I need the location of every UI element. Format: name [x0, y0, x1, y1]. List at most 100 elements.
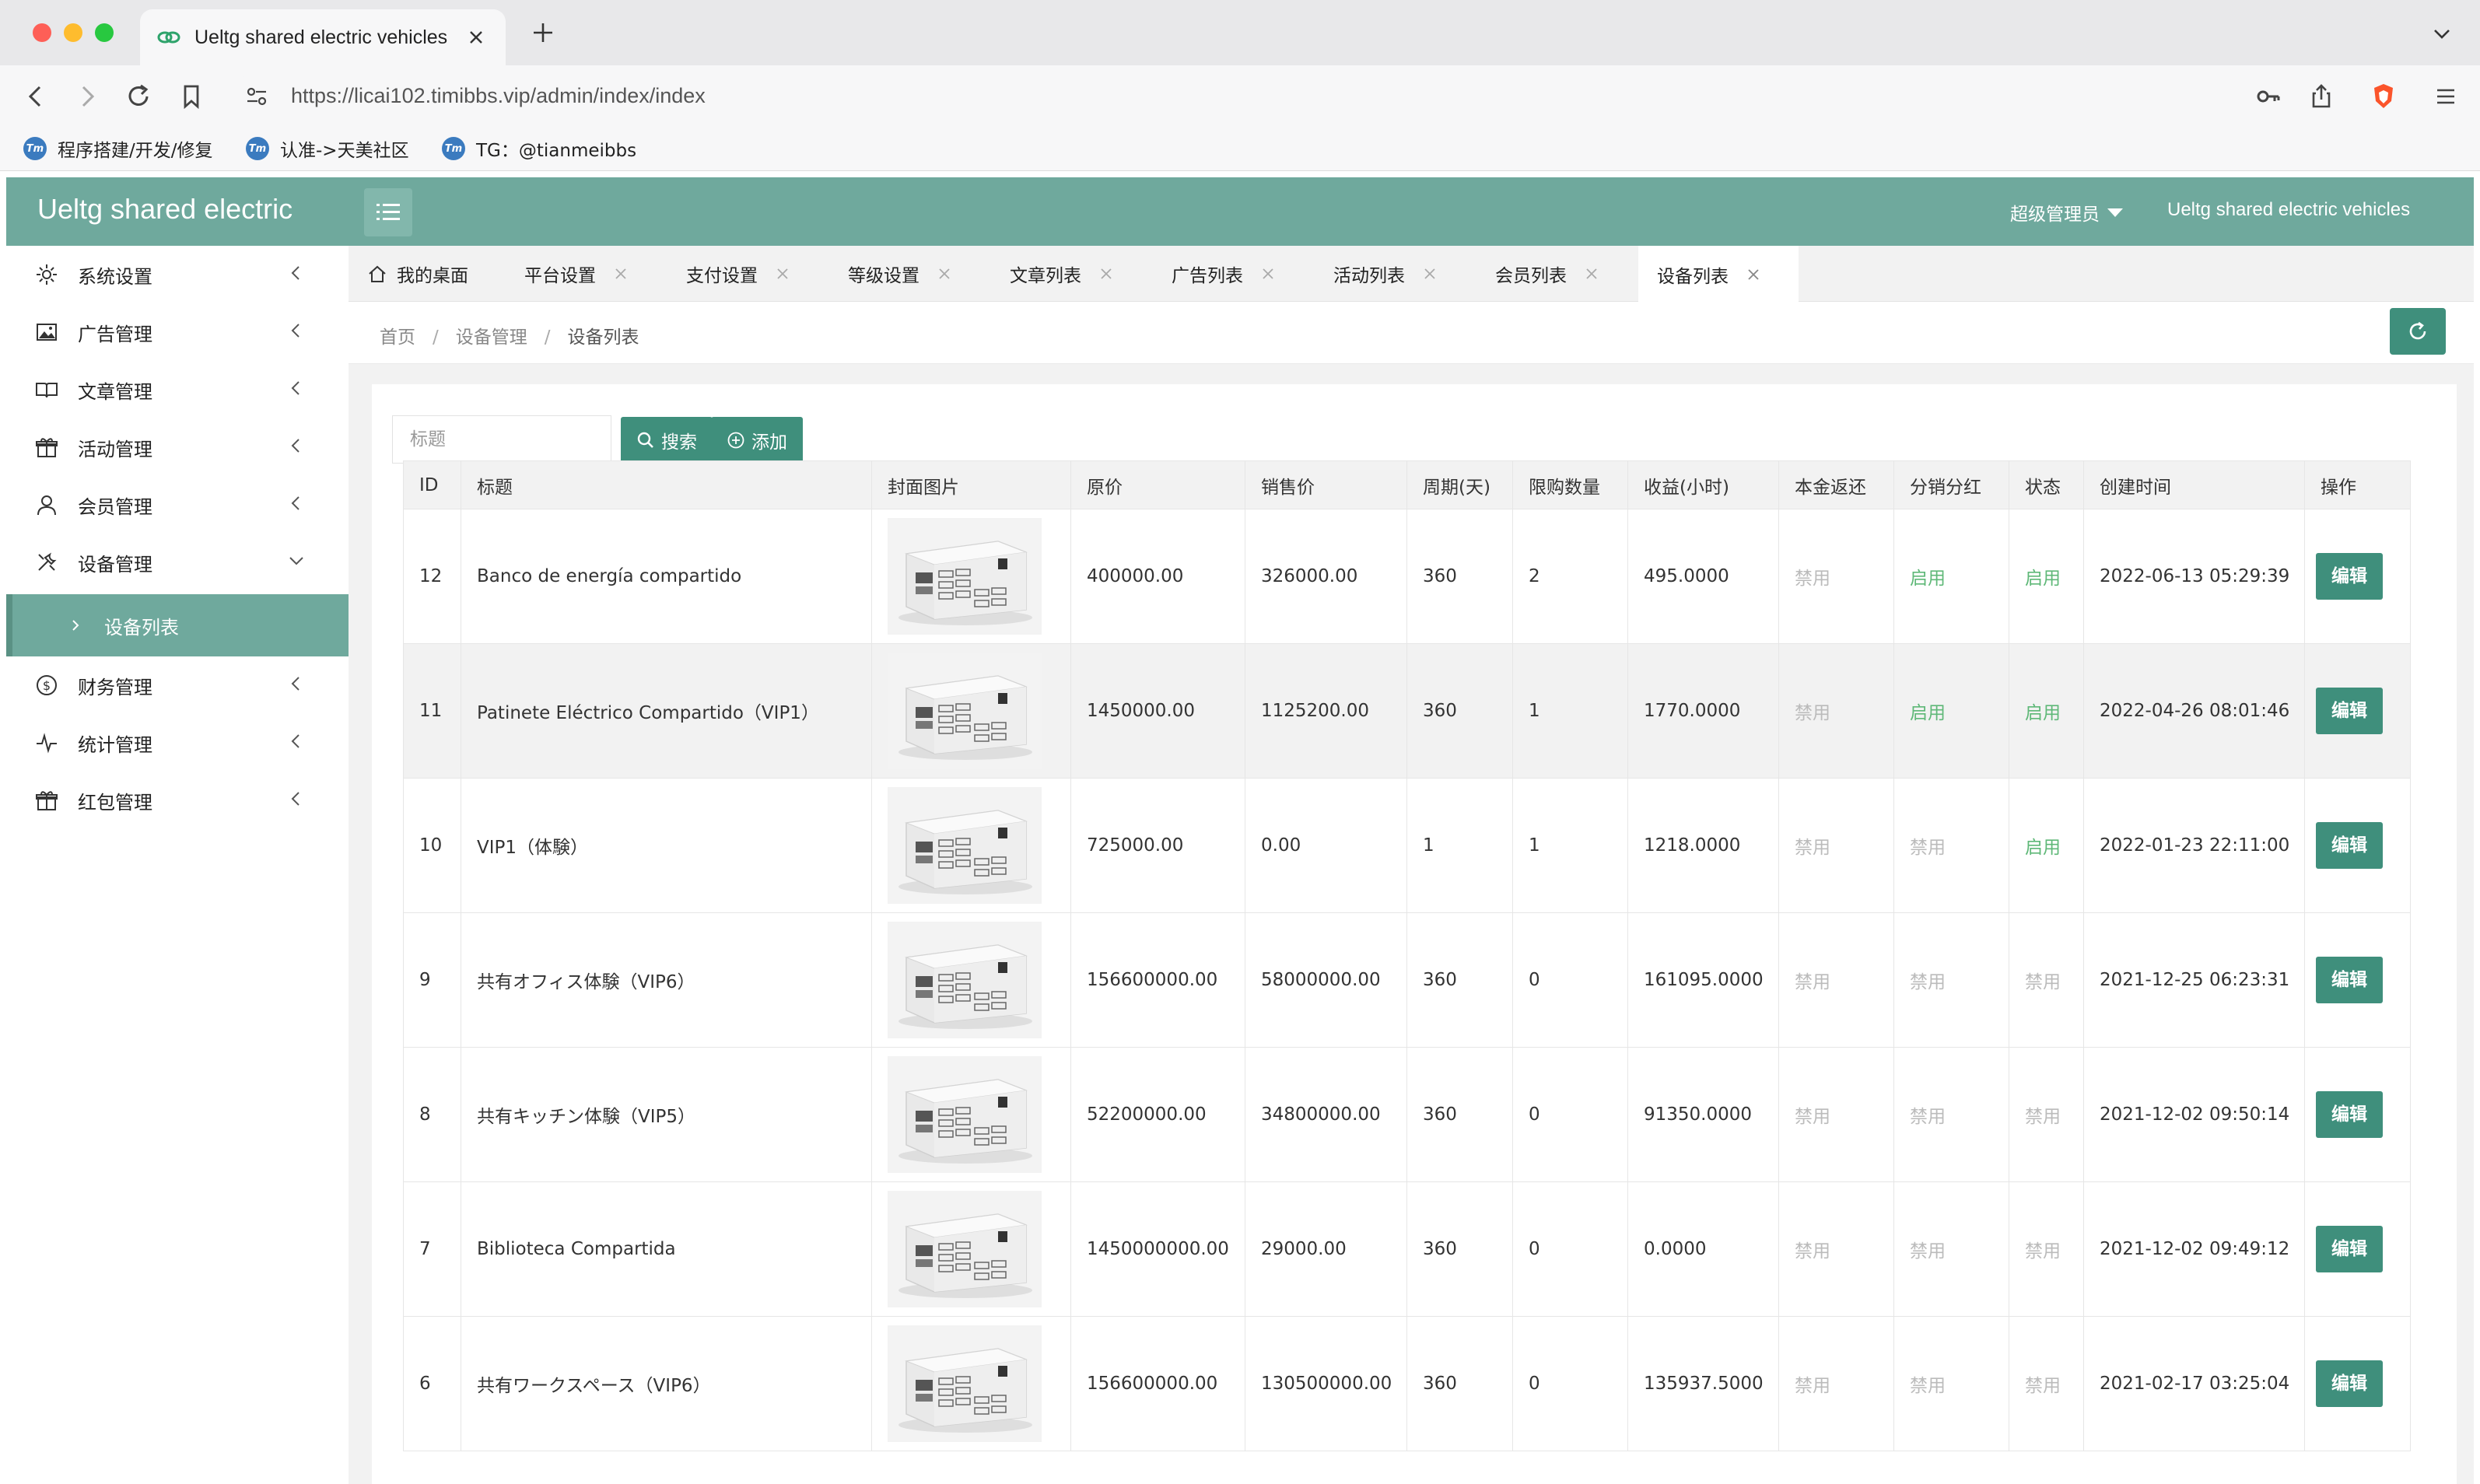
cell-title: Biblioteca Compartida	[461, 1181, 872, 1317]
cell-distribution: 禁用	[1893, 778, 2009, 913]
edit-button[interactable]: 编辑	[2316, 957, 2383, 1003]
sidebar-item-redpacket[interactable]: 红包管理	[6, 772, 349, 829]
cell-cover	[871, 1047, 1071, 1182]
sidebar-item-ads[interactable]: 广告管理	[6, 303, 349, 361]
tab-payment-settings[interactable]: 支付设置	[667, 246, 829, 302]
add-button[interactable]: 添加	[711, 417, 803, 464]
menu-icon[interactable]	[2430, 81, 2461, 112]
cell-period: 1	[1406, 778, 1513, 913]
brave-shield-icon[interactable]	[2368, 81, 2399, 112]
edit-button[interactable]: 编辑	[2316, 822, 2383, 869]
tab-activity-list[interactable]: 活动列表	[1315, 246, 1476, 302]
close-icon[interactable]	[1098, 266, 1114, 282]
breadcrumb-section[interactable]: 设备管理	[456, 327, 527, 348]
sidebar-item-statistics[interactable]: 统计管理	[6, 714, 349, 772]
back-icon[interactable]	[20, 81, 51, 112]
url-path: /admin/index/index	[530, 84, 706, 107]
cell-limit: 0	[1512, 1047, 1628, 1182]
col-title: 标题	[461, 460, 872, 509]
browser-tab[interactable]: Ueltg shared electric vehicles	[140, 9, 506, 65]
tab-platform-settings[interactable]: 平台设置	[506, 246, 667, 302]
cell-cover	[871, 643, 1071, 779]
refresh-button[interactable]	[2390, 308, 2446, 355]
cell-actions: 编辑	[2304, 643, 2411, 779]
cell-distribution: 启用	[1893, 509, 2009, 644]
sidebar-item-system[interactable]: 系统设置	[6, 246, 349, 303]
breadcrumb-home[interactable]: 首页	[380, 327, 415, 348]
tab-desktop[interactable]: 我的桌面	[349, 246, 506, 302]
close-icon[interactable]	[1422, 266, 1438, 282]
breadcrumb-bar: 首页 / 设备管理 / 设备列表	[349, 302, 2474, 364]
list-icon	[377, 204, 400, 220]
edit-button[interactable]: 编辑	[2316, 1226, 2383, 1272]
cell-income: 495.0000	[1627, 509, 1779, 644]
close-window-button[interactable]	[33, 23, 51, 42]
cell-cover	[871, 912, 1071, 1048]
menu-toggle-button[interactable]	[364, 188, 412, 236]
cell-refund: 禁用	[1778, 778, 1894, 913]
cell-limit: 2	[1512, 509, 1628, 644]
search-button[interactable]: 搜索	[621, 417, 713, 464]
bookmark-item[interactable]: Tm TG：@tianmeibbs	[442, 135, 636, 162]
close-tab-icon[interactable]	[464, 25, 489, 50]
edit-button[interactable]: 编辑	[2316, 688, 2383, 734]
site-name-link[interactable]: Ueltg shared electric vehicles	[2167, 199, 2410, 221]
cell-actions: 编辑	[2304, 1316, 2411, 1451]
power-bank-cabinet-image	[888, 518, 1042, 635]
cover-image[interactable]	[888, 1191, 1042, 1307]
sidebar-item-finance[interactable]: $ 财务管理	[6, 656, 349, 714]
address-bar[interactable]: https://licai102.timibbs.vip/admin/index…	[232, 73, 2410, 120]
tab-ad-list[interactable]: 广告列表	[1153, 246, 1315, 302]
col-cover: 封面图片	[871, 460, 1071, 509]
close-icon[interactable]	[937, 266, 952, 282]
forward-icon[interactable]	[72, 81, 103, 112]
maximize-window-button[interactable]	[95, 23, 114, 42]
cover-image[interactable]	[888, 653, 1042, 769]
new-tab-icon[interactable]	[529, 19, 557, 47]
close-icon[interactable]	[775, 266, 790, 282]
sidebar-subitem-device-list[interactable]: 设备列表	[6, 594, 349, 656]
chevron-down-icon[interactable]	[2430, 22, 2454, 45]
reload-icon[interactable]	[123, 81, 154, 112]
minimize-window-button[interactable]	[64, 23, 82, 42]
sidebar-item-articles[interactable]: 文章管理	[6, 361, 349, 418]
edit-button[interactable]: 编辑	[2316, 1091, 2383, 1138]
close-icon[interactable]	[1260, 266, 1276, 282]
edit-button[interactable]: 编辑	[2316, 1360, 2383, 1407]
close-icon[interactable]	[1746, 267, 1761, 282]
sidebar-item-members[interactable]: 会员管理	[6, 476, 349, 534]
sidebar-item-activities[interactable]: 活动管理	[6, 418, 349, 476]
title-search-input[interactable]	[392, 415, 611, 464]
tab-article-list[interactable]: 文章列表	[991, 246, 1153, 302]
bookmark-label: 认准->天美社区	[280, 141, 409, 161]
bookmark-item[interactable]: Tm 程序搭建/开发/修复	[23, 135, 213, 162]
bookmark-icon[interactable]	[176, 81, 207, 112]
cell-status: 禁用	[2009, 1047, 2084, 1182]
cover-image[interactable]	[888, 518, 1042, 635]
tab-level-settings[interactable]: 等级设置	[829, 246, 991, 302]
key-icon[interactable]	[2253, 81, 2284, 112]
col-sale-price: 销售价	[1245, 460, 1407, 509]
bookmark-item[interactable]: Tm 认准->天美社区	[246, 135, 409, 162]
cover-image[interactable]	[888, 922, 1042, 1038]
tab-device-list[interactable]: 设备列表	[1638, 246, 1799, 303]
power-bank-cabinet-image	[888, 1325, 1042, 1442]
cell-id: 10	[403, 778, 461, 913]
chevron-left-icon	[291, 381, 299, 395]
edit-button[interactable]: 编辑	[2316, 553, 2383, 600]
cover-image[interactable]	[888, 1325, 1042, 1442]
tab-label: 广告列表	[1172, 266, 1243, 286]
cell-refund: 禁用	[1778, 1316, 1894, 1451]
close-icon[interactable]	[613, 266, 629, 282]
sidebar-item-devices[interactable]: 设备管理	[6, 534, 349, 591]
tab-member-list[interactable]: 会员列表	[1476, 246, 1638, 302]
cover-image[interactable]	[888, 1056, 1042, 1173]
share-icon[interactable]	[2306, 81, 2337, 112]
cover-image[interactable]	[888, 787, 1042, 904]
site-settings-icon[interactable]	[244, 84, 269, 109]
cell-income: 91350.0000	[1627, 1047, 1779, 1182]
add-circle-icon	[727, 432, 744, 449]
close-icon[interactable]	[1584, 266, 1599, 282]
cell-cover	[871, 778, 1071, 913]
admin-user-menu[interactable]: 超级管理员	[2010, 199, 2123, 226]
